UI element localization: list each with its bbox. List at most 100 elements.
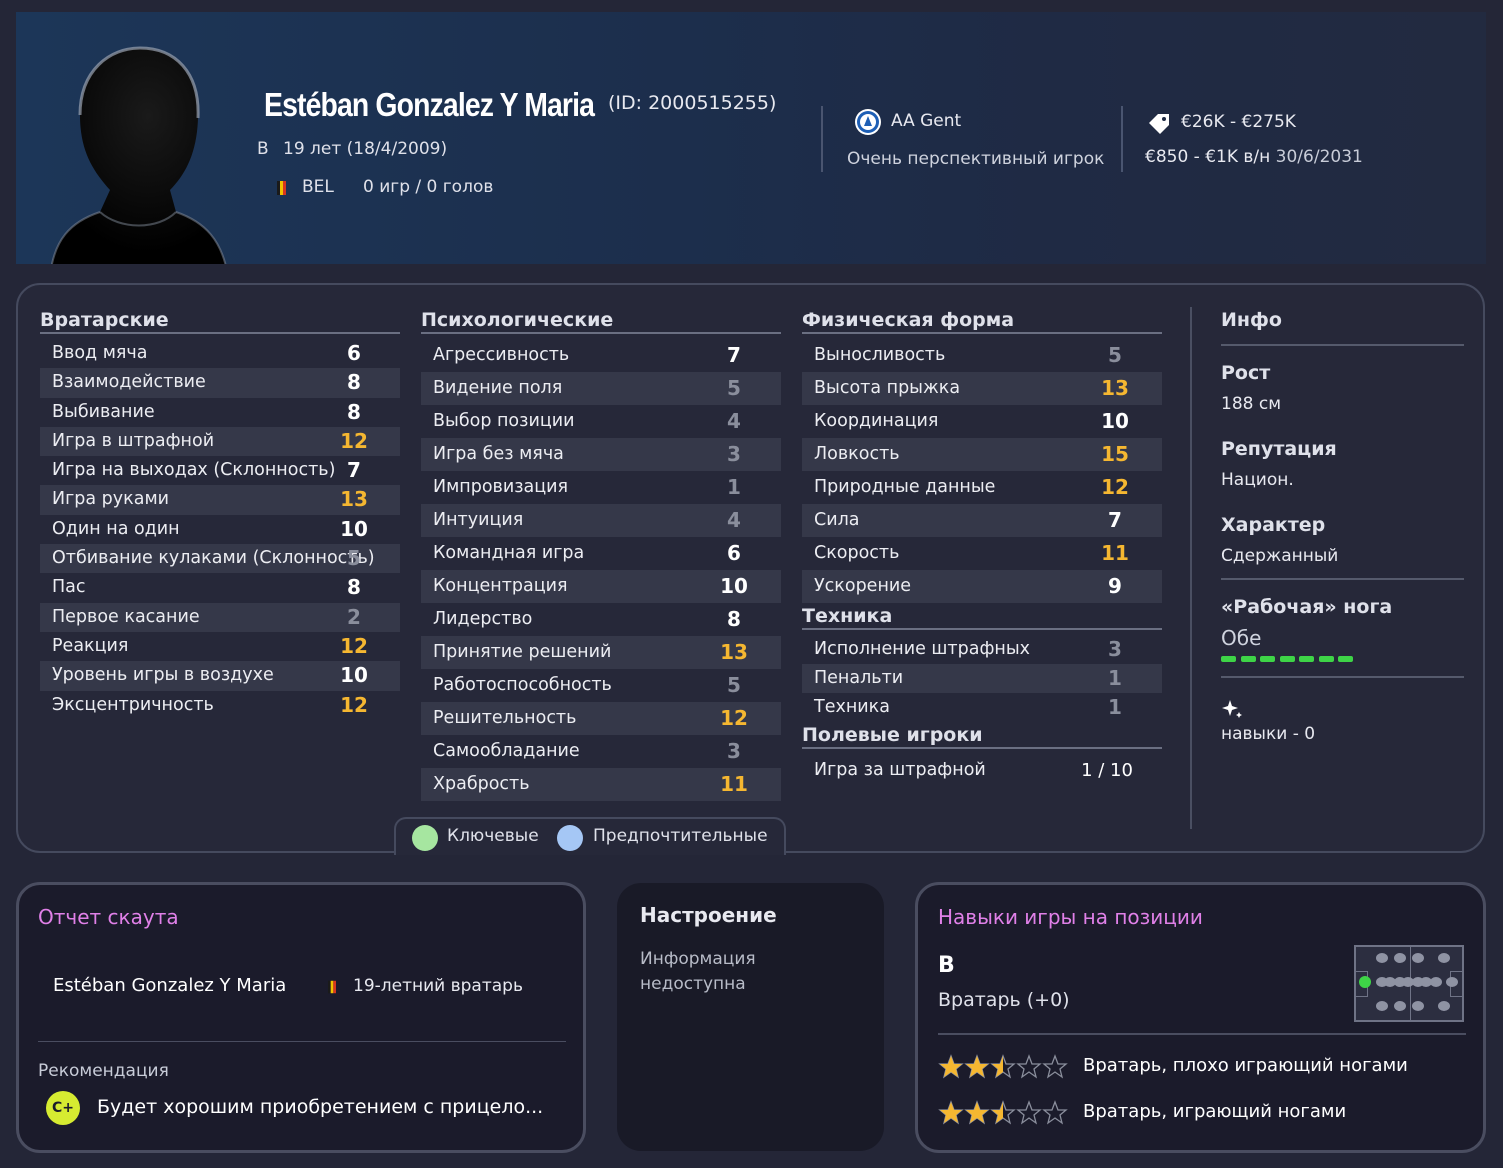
attribute-row[interactable]: Эксцентричность 12 bbox=[40, 691, 400, 720]
pitch-position-dot bbox=[1394, 953, 1406, 963]
attribute-row[interactable]: Ввод мяча 6 bbox=[40, 339, 400, 368]
attribute-row[interactable]: Выбивание 8 bbox=[40, 398, 400, 427]
attribute-row[interactable]: Техника 1 bbox=[802, 693, 1162, 722]
attribute-name: Пенальти bbox=[814, 668, 904, 688]
attribute-row[interactable]: Исполнение штрафных 3 bbox=[802, 635, 1162, 664]
info-divider-line bbox=[1221, 578, 1464, 580]
player-nation[interactable]: BEL bbox=[302, 177, 334, 197]
attribute-name: Сила bbox=[814, 510, 860, 530]
attribute-name: Игра за штрафной bbox=[814, 760, 986, 780]
attribute-row[interactable]: Уровень игры в воздухе 10 bbox=[40, 661, 400, 691]
pitch-diagram[interactable] bbox=[1354, 945, 1464, 1022]
position-skills-card: Навыки игры на позиции В Вратарь (+0) Вр… bbox=[915, 882, 1486, 1153]
attribute-row[interactable]: Один на один 10 bbox=[40, 515, 400, 544]
attribute-value: 5 bbox=[727, 673, 741, 697]
pitch-position-dot bbox=[1376, 1001, 1388, 1011]
attribute-row[interactable]: Природные данные 12 bbox=[802, 471, 1162, 504]
attribute-value: 5 bbox=[1108, 343, 1122, 367]
attribute-value: 13 bbox=[720, 640, 748, 664]
attribute-name: Решительность bbox=[433, 708, 577, 728]
attribute-name: Игра руками bbox=[52, 489, 170, 510]
attribute-row[interactable]: Сила 7 bbox=[802, 504, 1162, 537]
scout-title: Отчет скаута bbox=[38, 905, 179, 929]
pitch-position-dot bbox=[1376, 953, 1388, 963]
attribute-value: 15 bbox=[1101, 442, 1129, 466]
pitch-position-dot bbox=[1412, 1001, 1424, 1011]
attribute-row[interactable]: Концентрация 10 bbox=[421, 570, 781, 603]
attribute-row[interactable]: Игра на выходах (Склонность) 7 bbox=[40, 456, 400, 485]
attribute-row[interactable]: Командная игра 6 bbox=[421, 537, 781, 570]
club-name[interactable]: AA Gent bbox=[891, 111, 961, 131]
attribute-row[interactable]: Агрессивность 7 bbox=[421, 339, 781, 372]
attribute-row[interactable]: Игра за штрафной 1 / 10 bbox=[802, 754, 1162, 787]
pitch-position-dot bbox=[1438, 953, 1450, 963]
goalkeeping-list: Ввод мяча 6 Взаимодействие 8 Выбивание 8 Игра … bbox=[40, 339, 400, 720]
attribute-name: Агрессивность bbox=[433, 345, 570, 365]
attribute-row[interactable]: Принятие решений 13 bbox=[421, 636, 781, 669]
scout-report-card: Отчет скаута Estéban Gonzalez Y Maria 19… bbox=[16, 882, 586, 1153]
skills-count[interactable]: навыки - 0 bbox=[1221, 724, 1464, 744]
attribute-value: 10 bbox=[720, 574, 748, 598]
attribute-row[interactable]: Взаимодействие 8 bbox=[40, 368, 400, 398]
attribute-row[interactable]: Выносливость 5 bbox=[802, 339, 1162, 372]
attribute-name: Видение поля bbox=[433, 378, 563, 398]
attribute-row[interactable]: Игра в штрафной 12 bbox=[40, 426, 400, 457]
height-label: Рост bbox=[1221, 362, 1271, 384]
attribute-row[interactable]: Скорость 11 bbox=[802, 537, 1162, 570]
recommendation-text[interactable]: Будет хорошим приобретением с прицело... bbox=[97, 1096, 543, 1118]
attribute-row[interactable]: Пенальти 1 bbox=[802, 664, 1162, 693]
attribute-row[interactable]: Самообладание 3 bbox=[421, 735, 781, 768]
attribute-name: Ловкость bbox=[814, 444, 900, 464]
attribute-row[interactable]: Пас 8 bbox=[40, 573, 400, 602]
attribute-name: Выбивание bbox=[52, 401, 155, 422]
foot-bar-segment bbox=[1260, 656, 1275, 662]
outfield-list: Игра за штрафной 1 / 10 bbox=[802, 754, 1162, 787]
attribute-row[interactable]: Координация 10 bbox=[802, 405, 1162, 438]
player-age: 19 лет (18/4/2009) bbox=[283, 139, 448, 159]
attribute-name: Высота прыжка bbox=[814, 378, 961, 398]
attribute-row[interactable]: Видение поля 5 bbox=[421, 372, 781, 405]
attribute-row[interactable]: Работоспособность 5 bbox=[421, 669, 781, 702]
attribute-row[interactable]: Лидерство 8 bbox=[421, 603, 781, 636]
attribute-row[interactable]: Интуиция 4 bbox=[421, 504, 781, 537]
attribute-row[interactable]: Первое касание 2 bbox=[40, 602, 400, 632]
key-legend-label[interactable]: Ключевые bbox=[447, 826, 539, 846]
physical-title: Физическая форма bbox=[802, 307, 1162, 334]
attribute-row[interactable]: Ловкость 15 bbox=[802, 438, 1162, 471]
attribute-value: 1 bbox=[1108, 695, 1122, 719]
attribute-row[interactable]: Импровизация 1 bbox=[421, 471, 781, 504]
attribute-value: 8 bbox=[347, 575, 361, 600]
attribute-row[interactable]: Игра без мяча 3 bbox=[421, 438, 781, 471]
attribute-value: 12 bbox=[1101, 475, 1129, 499]
attribute-name: Отбивание кулаками (Склонность) bbox=[52, 548, 375, 569]
foot-label: «Рабочая» нога bbox=[1221, 596, 1393, 618]
recommendation-label: Рекомендация bbox=[38, 1061, 169, 1081]
attribute-row[interactable]: Ускорение 9 bbox=[802, 570, 1162, 603]
attribute-name: Самообладание bbox=[433, 741, 580, 761]
attribute-row[interactable]: Храбрость 11 bbox=[421, 768, 781, 801]
attribute-row[interactable]: Решительность 12 bbox=[421, 702, 781, 735]
attribute-value: 13 bbox=[1101, 376, 1129, 400]
attribute-row[interactable]: Выбор позиции 4 bbox=[421, 405, 781, 438]
role-row[interactable]: Вратарь, плохо играющий ногами bbox=[938, 1053, 1458, 1081]
role-name: Вратарь, плохо играющий ногами bbox=[1083, 1055, 1408, 1076]
preferred-legend-label[interactable]: Предпочтительные bbox=[593, 826, 768, 846]
attribute-row[interactable]: Игра руками 13 bbox=[40, 485, 400, 515]
attribute-row[interactable]: Отбивание кулаками (Склонность) 5 bbox=[40, 544, 400, 574]
mood-text-line1: Информация bbox=[640, 949, 756, 969]
attribute-name: Координация bbox=[814, 411, 939, 431]
attribute-name: Исполнение штрафных bbox=[814, 639, 1031, 659]
mood-card: Настроение Информация недоступна bbox=[617, 883, 884, 1151]
attribute-name: Лидерство bbox=[433, 609, 533, 629]
attribute-name: Техника bbox=[814, 697, 890, 717]
attribute-row[interactable]: Высота прыжка 13 bbox=[802, 372, 1162, 405]
attribute-name: Командная игра bbox=[433, 543, 585, 563]
attribute-row[interactable]: Реакция 12 bbox=[40, 632, 400, 661]
character-value: Сдержанный bbox=[1221, 546, 1339, 566]
club-status: Очень перспективный игрок bbox=[847, 149, 1105, 169]
attribute-value: 2 bbox=[347, 604, 361, 629]
role-row[interactable]: Вратарь, играющий ногами bbox=[938, 1099, 1458, 1127]
club-badge-icon[interactable] bbox=[854, 108, 882, 136]
attribute-name: Реакция bbox=[52, 635, 129, 656]
reputation-value: Национ. bbox=[1221, 470, 1294, 490]
